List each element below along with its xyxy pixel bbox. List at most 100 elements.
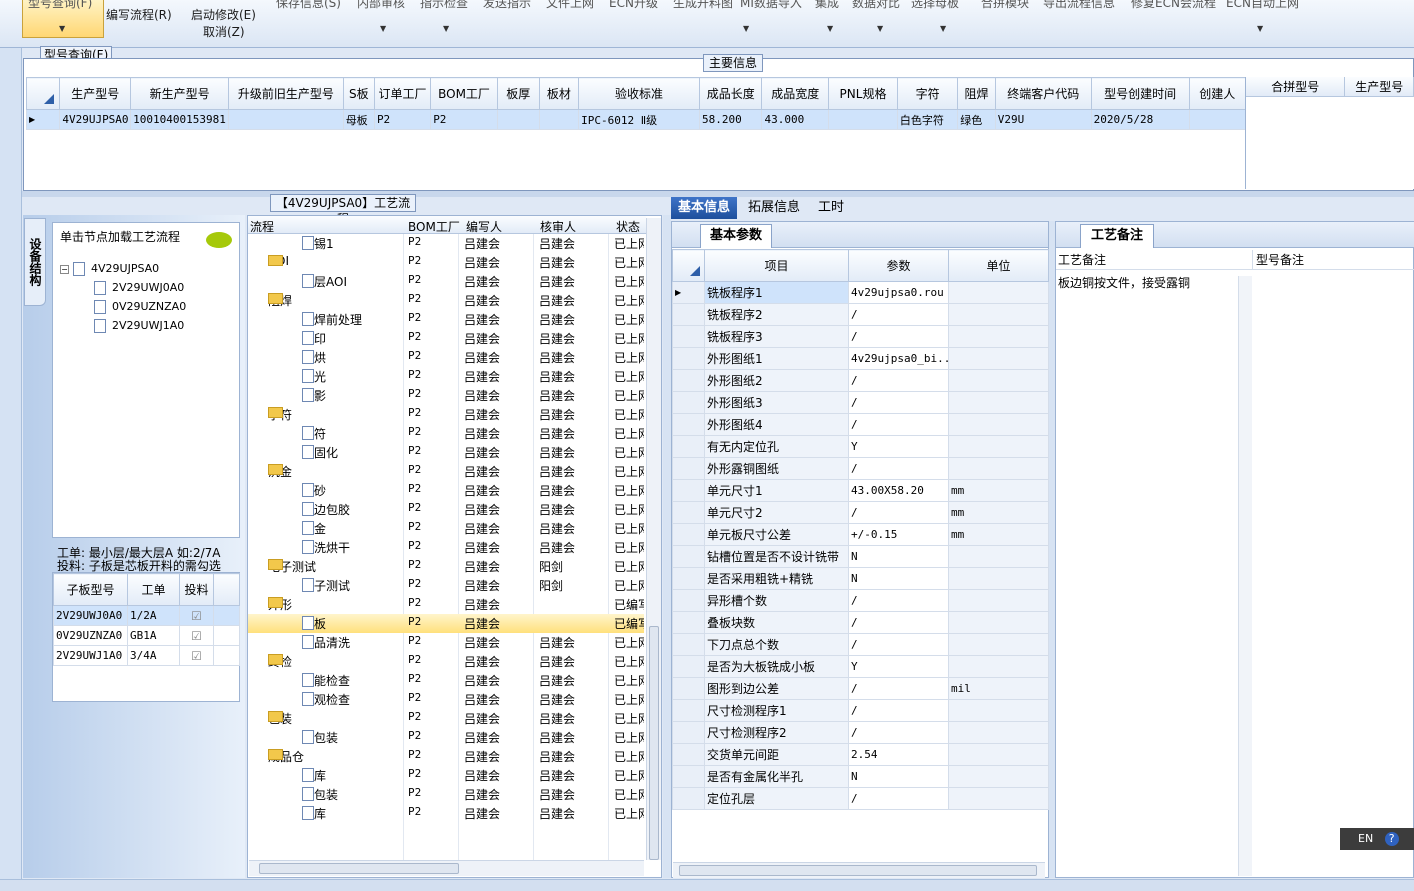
flow-row[interactable]: 水洗烘干 P2 吕建会 吕建会 已上网 [248, 538, 644, 557]
merge-col-header[interactable]: 生产型号 [1345, 77, 1414, 96]
tree-child[interactable]: 2V29UWJ1A0 [94, 319, 184, 333]
toolbar-item-13[interactable]: 修复ECN会流程 [1131, 0, 1216, 11]
flow-row[interactable]: 丝印 P2 吕建会 吕建会 已上网 [248, 329, 644, 348]
feed-checkbox[interactable]: ☑ [179, 625, 214, 646]
param-row[interactable]: 铣板程序2/ [672, 303, 1049, 326]
sub-order[interactable]: 3/4A [127, 645, 180, 666]
main-col-header[interactable]: 新生产型号 [130, 77, 230, 110]
param-unit[interactable] [948, 457, 1049, 480]
language-bar[interactable]: EN ? [1340, 828, 1414, 850]
main-cell[interactable]: 2020/5/28 [1090, 109, 1190, 130]
toolbar-item-4[interactable]: 文件上网 [546, 0, 594, 11]
param-col-header[interactable]: 项目 [704, 249, 849, 282]
scroll-thumb[interactable] [649, 626, 659, 860]
structure-vertical-tab[interactable]: 设备结构 [24, 218, 46, 306]
flow-row[interactable]: 终固化 P2 吕建会 吕建会 已上网 [248, 443, 644, 462]
main-cell[interactable]: P2 [373, 109, 432, 130]
param-row[interactable]: 叠板块数 / [672, 611, 1049, 634]
toolbar-item-14[interactable]: ECN自动上网 [1226, 0, 1299, 11]
flow-row[interactable]: 外层AOI P2 吕建会 吕建会 已上网 [248, 272, 644, 291]
param-unit[interactable] [948, 545, 1049, 568]
toolbar-item-5[interactable]: ECN升级 [609, 0, 658, 11]
param-value[interactable]: 4v29ujpsa0_bi... [848, 347, 949, 370]
main-cell[interactable] [828, 109, 898, 130]
param-col-header[interactable]: 参数 [848, 249, 949, 282]
param-row[interactable]: 外形图纸3/ [672, 391, 1049, 414]
param-row[interactable]: 是否为大板铣成小板 Y [672, 655, 1049, 678]
flow-row[interactable]: 外观检查 P2 吕建会 吕建会 已上网 [248, 690, 644, 709]
param-row[interactable]: 铣板程序3/ [672, 325, 1049, 348]
param-unit[interactable] [948, 369, 1049, 392]
param-value[interactable]: Y [848, 435, 949, 458]
tab-2[interactable]: 工时 [811, 197, 851, 219]
main-col-header[interactable]: 板厚 [496, 77, 540, 110]
param-unit[interactable]: mm [948, 523, 1049, 546]
toolbar-item-6[interactable]: 生成开料图 [673, 0, 733, 11]
flow-row[interactable]: −沉金 P2 吕建会 吕建会 已上网 [248, 462, 644, 481]
flow-row[interactable]: −外形 P2 吕建会 已编写 [248, 595, 644, 614]
param-unit[interactable] [948, 435, 1049, 458]
main-cell[interactable] [538, 109, 580, 130]
flow-row[interactable]: 铣板 P2 吕建会 已编写 [248, 614, 644, 633]
param-unit[interactable] [948, 655, 1049, 678]
param-row[interactable]: 图形到边公差 / mil [672, 677, 1049, 700]
toolbar-item-2[interactable]: 指示检查 [420, 0, 468, 11]
flow-row[interactable]: 内包装 P2 吕建会 吕建会 已上网 [248, 728, 644, 747]
sub-col-header[interactable]: 工单 [127, 573, 180, 606]
toolbar-item-7[interactable]: MI数据导入 [740, 0, 802, 11]
param-value[interactable]: / [848, 589, 949, 612]
param-value[interactable]: / [848, 325, 949, 348]
toolbar-item-3[interactable]: 发送指示 [483, 0, 531, 11]
flow-row[interactable]: 出库 P2 吕建会 吕建会 已上网 [248, 804, 644, 823]
param-unit[interactable] [948, 611, 1049, 634]
flow-vertical-scrollbar[interactable] [646, 218, 661, 860]
toolbar-item-1[interactable]: 内部审核 [357, 0, 405, 11]
main-cell[interactable]: 58.200 [698, 109, 763, 130]
param-value[interactable]: / [848, 633, 949, 656]
param-unit[interactable] [948, 347, 1049, 370]
param-unit[interactable]: mm [948, 479, 1049, 502]
tab-1[interactable]: 拓展信息 [741, 197, 807, 219]
param-row[interactable]: 单元尺寸1 43.00X58.20 mm [672, 479, 1049, 502]
main-col-header[interactable]: 字符 [896, 77, 959, 110]
flow-row[interactable]: −电子测试 P2 吕建会 阳剑 已上网 [248, 557, 644, 576]
sub-row[interactable]: 2V29UWJ1A0 3/4A ☑ [53, 645, 240, 666]
main-col-header[interactable]: 阻焊 [957, 77, 996, 110]
param-unit[interactable] [948, 699, 1049, 722]
flow-horizontal-scrollbar[interactable] [249, 860, 644, 876]
tab-0[interactable]: 基本信息 [671, 197, 738, 219]
param-value[interactable]: N [848, 545, 949, 568]
toolbar-item-9[interactable]: 数据对比 [852, 0, 900, 11]
param-value[interactable]: / [848, 501, 949, 524]
lang-indicator[interactable]: EN [1358, 832, 1373, 845]
flow-col-header[interactable]: 核审人 [540, 218, 576, 235]
param-value[interactable]: / [848, 303, 949, 326]
sub-model[interactable]: 2V29UWJ1A0 [53, 645, 128, 666]
main-col-header[interactable]: 成品长度 [698, 77, 763, 110]
param-value[interactable]: / [848, 611, 949, 634]
param-unit[interactable] [948, 303, 1049, 326]
param-row[interactable]: 下刀点总个数 / [672, 633, 1049, 656]
sub-row[interactable]: 0V29UZNZA0 GB1A ☑ [53, 625, 240, 646]
flow-col-header[interactable]: BOM工厂 [408, 218, 460, 235]
tree-child[interactable]: 2V29UWJ0A0 [94, 281, 184, 295]
param-value[interactable]: +/-0.15 [848, 523, 949, 546]
tree-child[interactable]: 0V29UZNZA0 [94, 300, 186, 314]
main-col-header[interactable]: 板材 [538, 77, 580, 110]
main-cell[interactable]: IPC-6012 Ⅱ级 [578, 109, 700, 130]
sub-order[interactable]: GB1A [127, 625, 180, 646]
tree-root[interactable]: − 4V29UJPSA0 [60, 262, 159, 276]
param-row[interactable]: 交货单元间距 2.54 [672, 743, 1049, 766]
param-value[interactable]: 4v29ujpsa0.rou [848, 281, 949, 304]
param-row[interactable]: 外形图纸4/ [672, 413, 1049, 436]
flow-row[interactable]: 喷砂 P2 吕建会 吕建会 已上网 [248, 481, 644, 500]
param-col-header[interactable]: 单位 [948, 249, 1049, 282]
param-unit[interactable] [948, 391, 1049, 414]
main-col-header[interactable]: 终端客户代码 [994, 77, 1092, 110]
flow-row[interactable]: 阻焊前处理 P2 吕建会 吕建会 已上网 [248, 310, 644, 329]
flow-col-header[interactable]: 流程 [250, 218, 274, 235]
sub-col-header[interactable]: 投料 [179, 573, 214, 606]
merge-col-header[interactable]: 合拼型号 [1246, 77, 1346, 96]
flow-row[interactable]: 字符 P2 吕建会 吕建会 已上网 [248, 424, 644, 443]
flow-row[interactable]: 预烘 P2 吕建会 吕建会 已上网 [248, 348, 644, 367]
